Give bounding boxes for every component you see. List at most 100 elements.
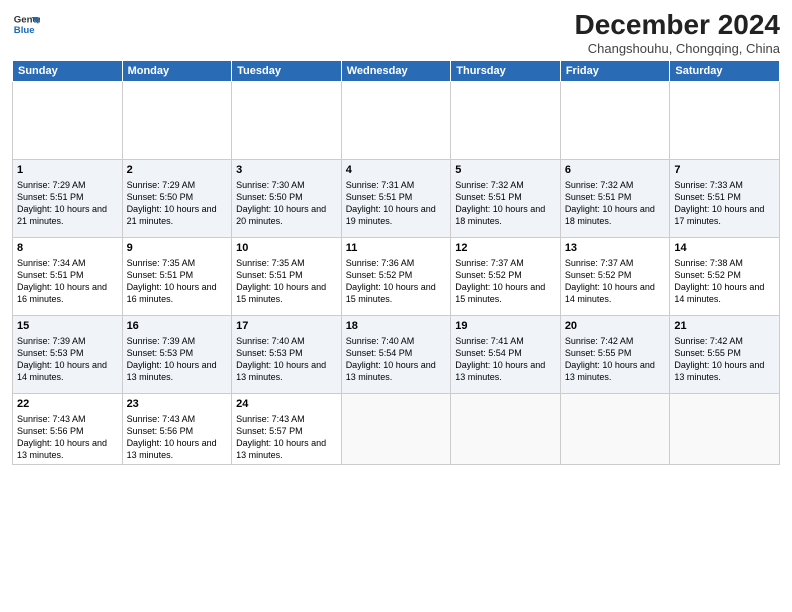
sunset-text: Sunset: 5:51 PM — [236, 270, 303, 280]
col-sunday: Sunday — [13, 60, 123, 81]
table-row: 9Sunrise: 7:35 AMSunset: 5:51 PMDaylight… — [122, 237, 232, 315]
sunrise-text: Sunrise: 7:36 AM — [346, 258, 415, 268]
calendar-row — [13, 81, 780, 159]
sunset-text: Sunset: 5:51 PM — [17, 270, 84, 280]
daylight-text: Daylight: 10 hours and 15 minutes. — [236, 282, 326, 304]
day-number: 14 — [674, 241, 775, 256]
table-row — [13, 81, 123, 159]
table-row: 3Sunrise: 7:30 AMSunset: 5:50 PMDaylight… — [232, 159, 342, 237]
daylight-text: Daylight: 10 hours and 21 minutes. — [17, 204, 107, 226]
svg-text:Blue: Blue — [14, 25, 35, 36]
day-number: 13 — [565, 241, 666, 256]
daylight-text: Daylight: 10 hours and 18 minutes. — [565, 204, 655, 226]
col-saturday: Saturday — [670, 60, 780, 81]
calendar-row: 1Sunrise: 7:29 AMSunset: 5:51 PMDaylight… — [13, 159, 780, 237]
header-row: Sunday Monday Tuesday Wednesday Thursday… — [13, 60, 780, 81]
sunset-text: Sunset: 5:51 PM — [17, 192, 84, 202]
table-row: 24Sunrise: 7:43 AMSunset: 5:57 PMDayligh… — [232, 393, 342, 464]
sunrise-text: Sunrise: 7:39 AM — [17, 336, 86, 346]
sunset-text: Sunset: 5:51 PM — [674, 192, 741, 202]
daylight-text: Daylight: 10 hours and 14 minutes. — [17, 360, 107, 382]
daylight-text: Daylight: 10 hours and 18 minutes. — [455, 204, 545, 226]
daylight-text: Daylight: 10 hours and 13 minutes. — [565, 360, 655, 382]
day-number: 7 — [674, 163, 775, 178]
sunrise-text: Sunrise: 7:32 AM — [565, 180, 634, 190]
day-number: 19 — [455, 319, 556, 334]
day-number: 2 — [127, 163, 228, 178]
day-number: 23 — [127, 397, 228, 412]
sunrise-text: Sunrise: 7:31 AM — [346, 180, 415, 190]
daylight-text: Daylight: 10 hours and 13 minutes. — [236, 438, 326, 460]
day-number: 17 — [236, 319, 337, 334]
daylight-text: Daylight: 10 hours and 13 minutes. — [127, 438, 217, 460]
table-row — [670, 393, 780, 464]
daylight-text: Daylight: 10 hours and 19 minutes. — [346, 204, 436, 226]
table-row: 13 Sunrise: 7:37 AM Sunset: 5:52 PM Dayligh… — [560, 237, 670, 315]
daylight-text: Daylight: 10 hours and 13 minutes. — [346, 360, 436, 382]
table-row: 6Sunrise: 7:32 AMSunset: 5:51 PMDaylight… — [560, 159, 670, 237]
sunrise-text: Sunrise: 7:35 AM — [236, 258, 305, 268]
sunrise-text: Sunrise: 7:37 AM — [565, 258, 634, 268]
sunset-text: Sunset: 5:51 PM — [455, 192, 522, 202]
month-title: December 2024 — [575, 10, 780, 41]
day-number: 8 — [17, 241, 118, 256]
header: General Blue December 2024 Changshouhu, … — [12, 10, 780, 56]
table-row: 16Sunrise: 7:39 AMSunset: 5:53 PMDayligh… — [122, 315, 232, 393]
table-row: 7Sunrise: 7:33 AMSunset: 5:51 PMDaylight… — [670, 159, 780, 237]
day-number: 20 — [565, 319, 666, 334]
sunset-text: Sunset: 5:53 PM — [17, 348, 84, 358]
table-row: 8Sunrise: 7:34 AMSunset: 5:51 PMDaylight… — [13, 237, 123, 315]
table-row — [560, 393, 670, 464]
daylight-text: Daylight: 10 hours and 13 minutes. — [127, 360, 217, 382]
table-row: 15Sunrise: 7:39 AMSunset: 5:53 PMDayligh… — [13, 315, 123, 393]
sunrise-text: Sunrise: 7:42 AM — [565, 336, 634, 346]
table-row: 4Sunrise: 7:31 AMSunset: 5:51 PMDaylight… — [341, 159, 451, 237]
sunset-text: Sunset: 5:51 PM — [565, 192, 632, 202]
table-row: 5 Sunrise: 7:32 AM Sunset: 5:51 PM Daylight… — [451, 159, 561, 237]
sunrise-text: Sunrise: 7:32 AM — [455, 180, 524, 190]
day-number: 11 — [346, 241, 447, 256]
sunset-text: Sunset: 5:52 PM — [565, 270, 632, 280]
sunrise-text: Sunrise: 7:40 AM — [346, 336, 415, 346]
sunset-text: Sunset: 5:56 PM — [17, 426, 84, 436]
sunset-text: Sunset: 5:55 PM — [674, 348, 741, 358]
sunset-text: Sunset: 5:52 PM — [346, 270, 413, 280]
table-row: 20Sunrise: 7:42 AMSunset: 5:55 PMDayligh… — [560, 315, 670, 393]
daylight-text: Daylight: 10 hours and 13 minutes. — [236, 360, 326, 382]
table-row — [451, 393, 561, 464]
col-wednesday: Wednesday — [341, 60, 451, 81]
table-row: 19Sunrise: 7:41 AMSunset: 5:54 PMDayligh… — [451, 315, 561, 393]
day-number: 24 — [236, 397, 337, 412]
title-block: December 2024 Changshouhu, Chongqing, Ch… — [575, 10, 780, 56]
day-number: 5 — [455, 163, 556, 178]
sunset-text: Sunset: 5:53 PM — [127, 348, 194, 358]
daylight-text: Daylight: 10 hours and 13 minutes. — [674, 360, 764, 382]
sunrise-text: Sunrise: 7:33 AM — [674, 180, 743, 190]
table-row: 14Sunrise: 7:38 AMSunset: 5:52 PMDayligh… — [670, 237, 780, 315]
sunset-text: Sunset: 5:51 PM — [346, 192, 413, 202]
table-row — [122, 81, 232, 159]
sunrise-text: Sunrise: 7:40 AM — [236, 336, 305, 346]
calendar-row: 15Sunrise: 7:39 AMSunset: 5:53 PMDayligh… — [13, 315, 780, 393]
table-row: 11 Sunrise: 7:36 AM Sunset: 5:52 PM Dayligh… — [341, 237, 451, 315]
daylight-text: Daylight: 10 hours and 15 minutes. — [346, 282, 436, 304]
day-number: 1 — [17, 163, 118, 178]
sunset-text: Sunset: 5:54 PM — [346, 348, 413, 358]
day-number: 21 — [674, 319, 775, 334]
daylight-text: Daylight: 10 hours and 21 minutes. — [127, 204, 217, 226]
col-monday: Monday — [122, 60, 232, 81]
table-row: 23Sunrise: 7:43 AMSunset: 5:56 PMDayligh… — [122, 393, 232, 464]
sunrise-text: Sunrise: 7:43 AM — [236, 414, 305, 424]
sunset-text: Sunset: 5:54 PM — [455, 348, 522, 358]
sunrise-text: Sunrise: 7:39 AM — [127, 336, 196, 346]
sunset-text: Sunset: 5:50 PM — [236, 192, 303, 202]
page-container: General Blue December 2024 Changshouhu, … — [0, 0, 792, 473]
col-friday: Friday — [560, 60, 670, 81]
day-number: 10 — [236, 241, 337, 256]
logo: General Blue — [12, 10, 42, 38]
day-number: 9 — [127, 241, 228, 256]
sunset-text: Sunset: 5:53 PM — [236, 348, 303, 358]
sunset-text: Sunset: 5:50 PM — [127, 192, 194, 202]
day-number: 18 — [346, 319, 447, 334]
daylight-text: Daylight: 10 hours and 14 minutes. — [565, 282, 655, 304]
